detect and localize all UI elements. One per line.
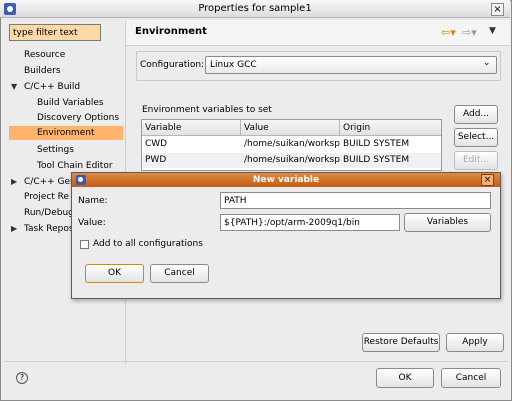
name-label: Name: bbox=[78, 196, 108, 206]
dialog-cancel-button[interactable]: Cancel bbox=[150, 264, 209, 283]
nav-item-build-variables[interactable]: Build Variables bbox=[37, 96, 104, 110]
env-variables-table[interactable]: Variable Value Origin CWD /home/suikan/w… bbox=[141, 119, 442, 171]
restore-defaults-button[interactable]: Restore Defaults bbox=[362, 333, 440, 352]
footer-divider bbox=[4, 361, 508, 362]
ok-button[interactable]: OK bbox=[376, 368, 434, 388]
nav-item-task-repository[interactable]: Task Repos bbox=[24, 222, 74, 236]
window-title: Properties for sample1 bbox=[198, 3, 312, 14]
cancel-button[interactable]: Cancel bbox=[441, 368, 501, 388]
chevron-down-icon[interactable]: ⌄ bbox=[483, 58, 491, 68]
collapsed-arrow-icon[interactable]: ▶ bbox=[11, 224, 17, 233]
nav-item-cpp-build[interactable]: C/C++ Build bbox=[24, 80, 80, 94]
nav-item-settings[interactable]: Settings bbox=[37, 143, 74, 157]
column-header-value[interactable]: Value bbox=[241, 120, 340, 136]
column-header-variable[interactable]: Variable bbox=[142, 120, 241, 136]
forward-arrow-icon[interactable]: ⇨▾ bbox=[462, 26, 477, 39]
name-input[interactable] bbox=[220, 192, 491, 209]
row-variable: PWD bbox=[145, 155, 167, 165]
dialog-close-icon[interactable]: × bbox=[481, 174, 494, 186]
row-variable: CWD bbox=[145, 139, 168, 149]
row-value: /home/suikan/workspa bbox=[244, 139, 340, 149]
help-icon[interactable]: ? bbox=[16, 372, 28, 384]
nav-item-discovery-options[interactable]: Discovery Options bbox=[37, 111, 119, 125]
add-to-all-checkbox[interactable] bbox=[80, 240, 89, 249]
dialog-ok-button[interactable]: OK bbox=[85, 264, 144, 283]
row-value: /home/suikan/workspa bbox=[244, 155, 340, 165]
value-input[interactable] bbox=[220, 214, 400, 231]
close-icon[interactable]: × bbox=[491, 3, 504, 16]
nav-item-resource[interactable]: Resource bbox=[24, 48, 65, 62]
view-menu-icon[interactable]: ▼ bbox=[489, 26, 496, 36]
edit-button[interactable]: Edit... bbox=[454, 151, 498, 170]
row-origin: BUILD SYSTEM bbox=[343, 155, 410, 165]
dialog-title: New variable bbox=[252, 175, 320, 185]
select-button[interactable]: Select... bbox=[454, 128, 498, 147]
nav-item-builders[interactable]: Builders bbox=[24, 64, 61, 78]
nav-item-tool-chain-editor[interactable]: Tool Chain Editor bbox=[37, 159, 113, 173]
nav-item-run-debug[interactable]: Run/Debug bbox=[24, 206, 74, 220]
configuration-select[interactable]: Linux GCC bbox=[205, 56, 497, 74]
collapsed-arrow-icon[interactable]: ▶ bbox=[11, 177, 17, 186]
configuration-label: Configuration: bbox=[140, 60, 205, 70]
nav-item-cpp-general[interactable]: C/C++ Gen bbox=[24, 175, 76, 189]
nav-item-environment[interactable]: Environment bbox=[9, 126, 123, 140]
add-button[interactable]: Add... bbox=[454, 105, 498, 124]
filter-input[interactable] bbox=[9, 24, 101, 41]
variables-button[interactable]: Variables bbox=[404, 213, 491, 232]
page-title: Environment bbox=[135, 26, 207, 37]
value-label: Value: bbox=[78, 218, 106, 228]
apply-button[interactable]: Apply bbox=[446, 333, 504, 352]
row-origin: BUILD SYSTEM bbox=[343, 139, 410, 149]
column-header-origin[interactable]: Origin bbox=[340, 120, 441, 136]
add-to-all-label: Add to all configurations bbox=[93, 239, 203, 249]
back-arrow-icon[interactable]: ⇦▾ bbox=[441, 26, 456, 39]
expanded-arrow-icon[interactable]: ▼ bbox=[11, 82, 17, 91]
env-variables-label: Environment variables to set bbox=[142, 105, 272, 115]
nav-item-project-references[interactable]: Project Re bbox=[24, 190, 69, 204]
